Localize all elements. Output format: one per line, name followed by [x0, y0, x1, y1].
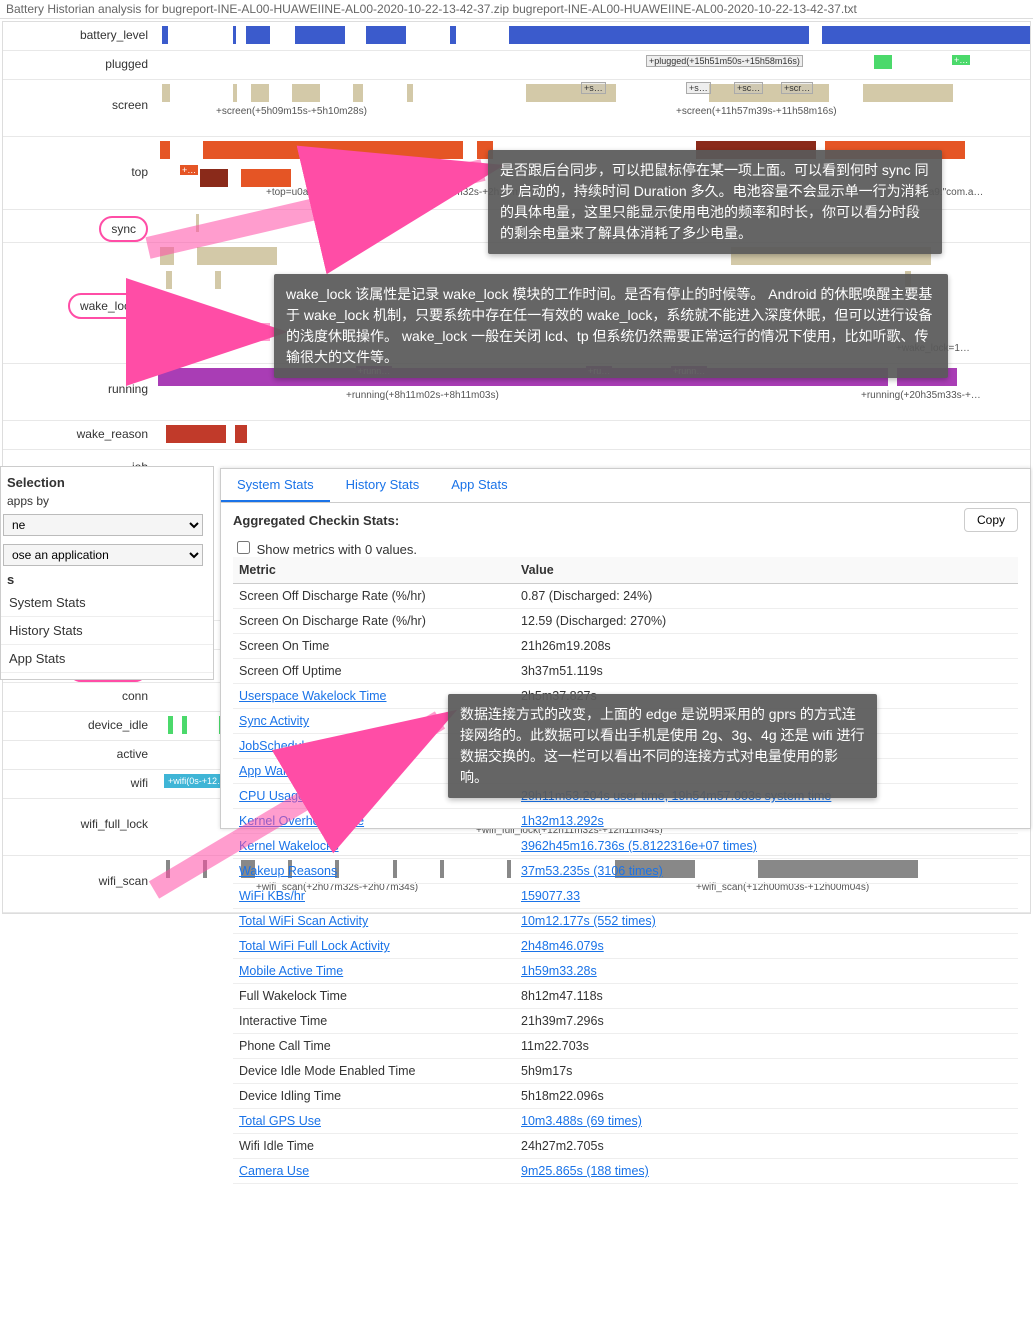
copy-button[interactable]: Copy [964, 508, 1018, 532]
note-screen1: +screen(+5h09m15s-+5h10m28s) [216, 106, 367, 117]
table-row: Kernel Wakelocks3962h45m16.736s (5.81223… [233, 834, 1018, 859]
table-row: Camera Use9m25.865s (188 times) [233, 1159, 1018, 1184]
metric-value[interactable]: 10m3.488s (69 times) [515, 1109, 1018, 1134]
selection-title: Selection [1, 473, 213, 492]
tab-history-stats[interactable]: History Stats [330, 469, 436, 502]
label-wake-reason: wake_reason [3, 421, 156, 449]
table-row: Phone Call Time11m22.703s [233, 1034, 1018, 1059]
plugged-badge [874, 55, 892, 69]
left-history-stats[interactable]: History Stats [1, 617, 213, 645]
metric-value: 24h27m2.705s [515, 1134, 1018, 1159]
left-panel: Selection apps by ne ose an application … [0, 466, 214, 680]
wake-lock-highlight: wake_lock [68, 293, 148, 319]
metric-name: Screen Off Discharge Rate (%/hr) [233, 584, 515, 609]
label-wifi-scan: wifi_scan [3, 856, 156, 912]
metric-value: 8h12m47.118s [515, 984, 1018, 1009]
metric-value: 21h26m19.208s [515, 634, 1018, 659]
note-s2: +s… [686, 82, 711, 94]
tab-system-stats[interactable]: System Stats [221, 469, 330, 502]
table-row: Device Idling Time5h18m22.096s [233, 1084, 1018, 1109]
left-app-stats[interactable]: App Stats [1, 645, 213, 673]
row-wake-reason[interactable]: wake_reason [3, 421, 1030, 450]
metric-value[interactable]: 159077.33 [515, 884, 1018, 909]
metric-name[interactable]: Total GPS Use [233, 1109, 515, 1134]
metric-value: 5h18m22.096s [515, 1084, 1018, 1109]
metric-value[interactable]: 3962h45m16.736s (5.8122316e+07 times) [515, 834, 1018, 859]
metric-name: Screen Off Uptime [233, 659, 515, 684]
table-row: Kernel Overhead Time1h32m13.292s [233, 809, 1018, 834]
apps-by-label: apps by [1, 492, 213, 510]
th-metric: Metric [233, 557, 515, 584]
table-row: Screen On Discharge Rate (%/hr)12.59 (Di… [233, 609, 1018, 634]
label-device-idle: device_idle [3, 712, 156, 740]
note-sc: +sc… [734, 82, 763, 94]
table-row: Screen Off Discharge Rate (%/hr)0.87 (Di… [233, 584, 1018, 609]
arrow-sync [138, 230, 508, 263]
note-running2: +running(+20h35m33s-+… [861, 390, 981, 401]
metric-value: 12.59 (Discharged: 270%) [515, 609, 1018, 634]
metric-value[interactable]: 9m25.865s (188 times) [515, 1159, 1018, 1184]
metric-value: 3h37m51.119s [515, 659, 1018, 684]
page-title: Battery Historian analysis for bugreport… [0, 0, 1033, 19]
select-application[interactable]: ose an application [3, 544, 203, 566]
th-value: Value [515, 557, 1018, 584]
label-active: active [3, 741, 156, 769]
metric-value[interactable]: 1h32m13.292s [515, 809, 1018, 834]
label-battery-level: battery_level [3, 22, 156, 50]
show-zero-checkbox[interactable] [237, 541, 250, 554]
metric-name: Wifi Idle Time [233, 1134, 515, 1159]
arrow-data-conn [140, 870, 460, 1033]
callout-data-conn: 数据连接方式的改变，上面的 edge 是说明采用的 gprs 的方式连接网络的。… [448, 694, 877, 798]
metric-value[interactable]: 2h48m46.079s [515, 934, 1018, 959]
metric-value[interactable]: 10m12.177s (552 times) [515, 909, 1018, 934]
label-plugged: plugged [3, 51, 156, 79]
row-battery-level[interactable]: battery_level [3, 22, 1030, 51]
label-screen: screen [3, 80, 156, 136]
section-s: s [1, 570, 213, 589]
metric-value[interactable]: 37m53.235s (3106 times) [515, 859, 1018, 884]
metric-name[interactable]: Kernel Wakelocks [233, 834, 515, 859]
left-system-stats[interactable]: System Stats [1, 589, 213, 617]
metric-value: 11m22.703s [515, 1034, 1018, 1059]
metric-name: Phone Call Time [233, 1034, 515, 1059]
show-zero-label: Show metrics with 0 values. [257, 542, 417, 557]
metric-value: 5h9m17s [515, 1059, 1018, 1084]
note-scr: +scr… [781, 82, 813, 94]
table-row: Screen Off Uptime3h37m51.119s [233, 659, 1018, 684]
metric-value: 21h39m7.296s [515, 1009, 1018, 1034]
row-plugged[interactable]: plugged +plugged(+15h51m50s-+15h58m16s) … [3, 51, 1030, 80]
label-top: top [3, 137, 156, 209]
callout-sync: 是否跟后台同步，可以把鼠标停在某一项上面。可以看到何时 sync 同步 启动的，… [488, 150, 942, 254]
note-plugged: +plugged(+15h51m50s-+15h58m16s) [646, 55, 803, 67]
label-wifi-full-lock: wifi_full_lock [3, 799, 156, 855]
agg-title: Aggregated Checkin Stats: [233, 513, 1018, 528]
metric-name: Screen On Discharge Rate (%/hr) [233, 609, 515, 634]
table-row: Device Idle Mode Enabled Time5h9m17s [233, 1059, 1018, 1084]
callout-wake-lock: wake_lock 该属性是记录 wake_lock 模块的工作时间。是否有停止… [274, 274, 948, 378]
label-sync: sync [3, 210, 156, 242]
row-screen[interactable]: screen +s… +s… +sc… +scr… +screen(+5h09m… [3, 80, 1030, 137]
note-running: +running(+8h11m02s-+8h11m03s) [346, 390, 499, 401]
show-zero-metrics[interactable]: Show metrics with 0 values. [233, 542, 417, 557]
table-row: Wifi Idle Time24h27m2.705s [233, 1134, 1018, 1159]
metric-name: Device Idle Mode Enabled Time [233, 1059, 515, 1084]
plugged-badge2: +… [952, 55, 970, 65]
metric-name: Screen On Time [233, 634, 515, 659]
note-s1: +s… [581, 82, 606, 94]
tabs: System Stats History Stats App Stats [221, 469, 1030, 503]
metric-name: Device Idling Time [233, 1084, 515, 1109]
label-wifi: wifi [3, 770, 156, 798]
note-screen2: +screen(+11h57m39s-+11h58m16s) [676, 106, 837, 117]
select-apps-by[interactable]: ne [3, 514, 203, 536]
label-conn: conn [3, 683, 156, 711]
table-row: Screen On Time21h26m19.208s [233, 634, 1018, 659]
metric-value[interactable]: 1h59m33.28s [515, 959, 1018, 984]
label-running: running [3, 364, 156, 420]
table-row: Total GPS Use10m3.488s (69 times) [233, 1109, 1018, 1134]
arrow-wake-lock [130, 320, 290, 353]
metric-value: 0.87 (Discharged: 24%) [515, 584, 1018, 609]
tab-app-stats[interactable]: App Stats [435, 469, 523, 502]
metric-name[interactable]: Camera Use [233, 1159, 515, 1184]
